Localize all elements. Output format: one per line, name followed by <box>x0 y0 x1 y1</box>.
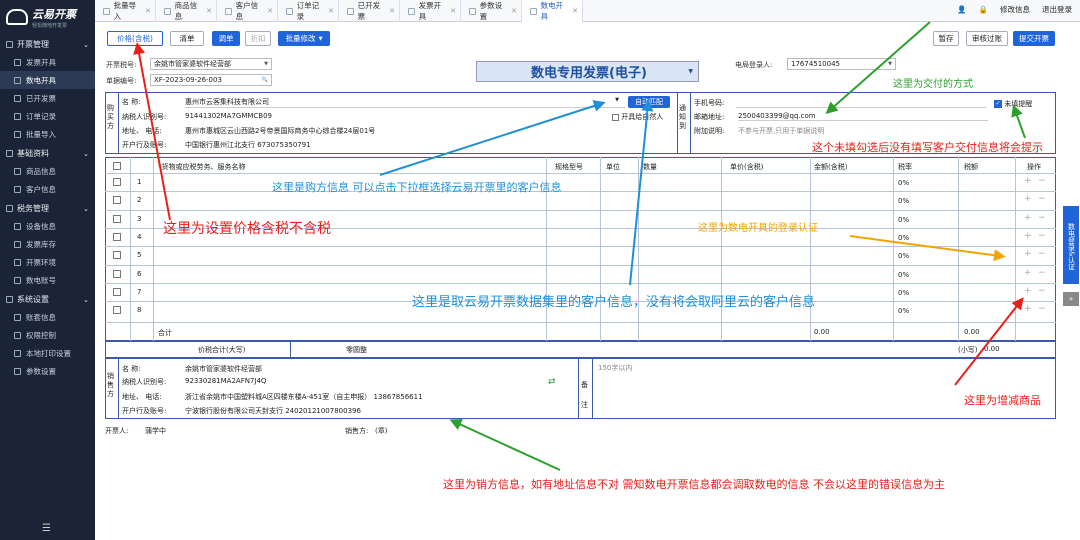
annotation-login: 这里为数电开具的登录认证 <box>698 223 818 234</box>
annotation-customer: 这里是取云易开票数据集里的客户信息，没有将会取阿里云的客户信息 <box>412 295 816 310</box>
annotation-buyer: 这里是购方信息 可以点击下拉框选择云易开票里的客户信息 <box>272 181 562 194</box>
login-arrow <box>849 235 1006 262</box>
annotation-goods: 这里为增减商品 <box>964 394 1041 407</box>
seller-arrow <box>449 419 561 471</box>
customer-arrow <box>629 99 654 286</box>
annotation-price: 这里为设置价格含税不含税 <box>163 221 331 237</box>
annotation-remind: 这个未填勾选后没有填写客户交付信息将会提示 <box>812 141 1043 154</box>
buyer-arrow <box>379 100 606 176</box>
delivery-arrow <box>825 21 931 114</box>
goods-arrow <box>954 297 1024 386</box>
remind-arrow <box>1011 104 1026 139</box>
annotation-seller: 这里为销方信息，如有地址信息不对 需知数电开票信息都会调取数电的信息 不会以这里… <box>443 478 945 491</box>
price-arrow <box>133 42 171 221</box>
annotation-delivery: 这里为交付的方式 <box>893 79 973 90</box>
